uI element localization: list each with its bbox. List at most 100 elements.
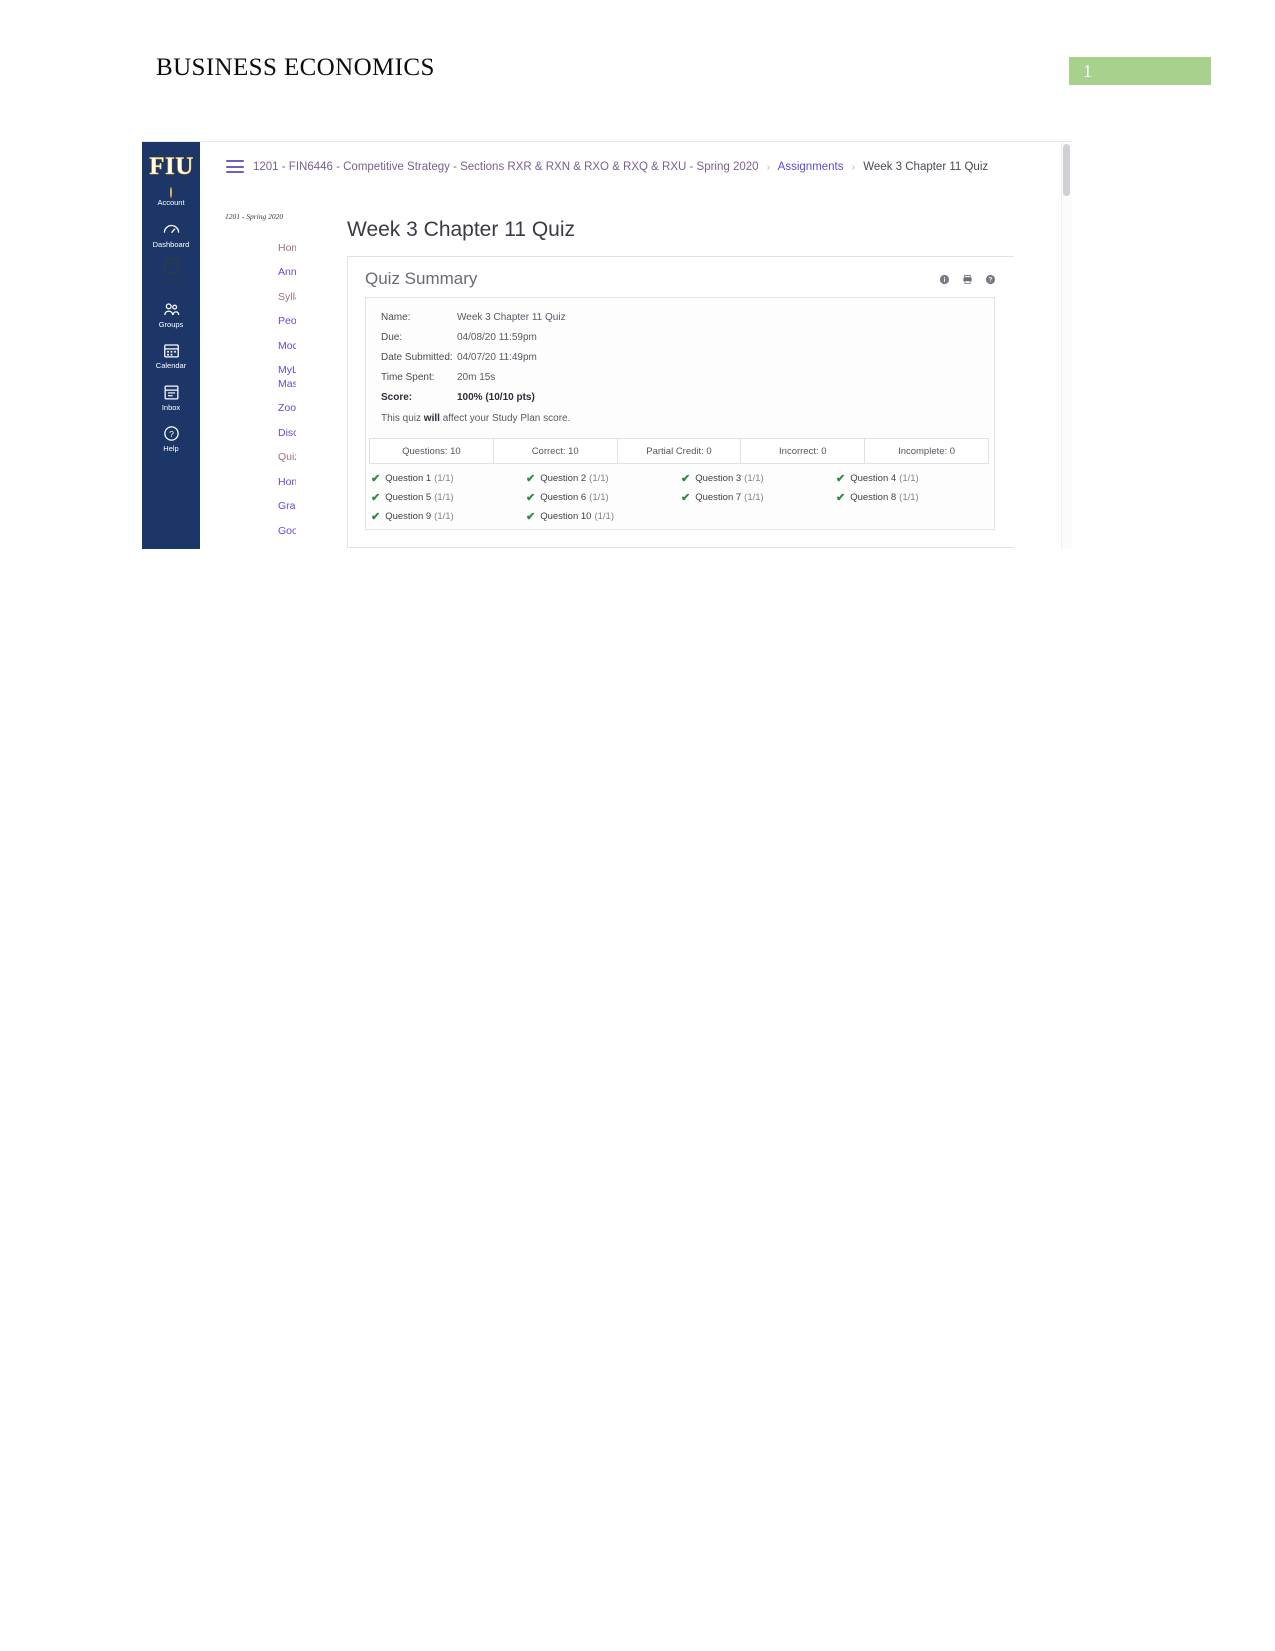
- question-result-item[interactable]: ✔ Question 10 (1/1): [526, 510, 681, 523]
- question-points: (1/1): [899, 492, 919, 503]
- question-label: Question 8: [850, 492, 897, 503]
- courses-book-icon: [164, 257, 178, 274]
- page-title: Week 3 Chapter 11 Quiz: [347, 218, 576, 242]
- help-icon[interactable]: ?: [985, 274, 996, 285]
- gnav-label-help: Help: [163, 444, 179, 453]
- quiz-summary-title: Quiz Summary: [365, 269, 478, 288]
- card-icon-group: ?: [939, 274, 996, 285]
- gnav-label-courses: Courses: [157, 276, 185, 285]
- breadcrumb-assignments-link[interactable]: Assignments: [778, 161, 844, 173]
- question-result-grid: ✔ Question 1 (1/1) ✔ Question 2 (1/1) ✔ …: [371, 472, 991, 523]
- gnav-label-inbox: Inbox: [161, 403, 181, 412]
- hamburger-bar: [226, 165, 244, 168]
- summary-row-due: Due: 04/08/20 11:59pm: [381, 332, 537, 343]
- hamburger-menu-icon[interactable]: [226, 160, 244, 173]
- check-icon: ✔: [681, 492, 691, 504]
- study-plan-note-after: affect your Study Plan score.: [439, 413, 571, 424]
- question-label: Question 1: [385, 473, 432, 484]
- question-points: (1/1): [434, 511, 454, 522]
- question-points: (1/1): [434, 473, 454, 484]
- calendar-icon: [163, 344, 179, 358]
- question-label: Question 10: [540, 511, 592, 522]
- stat-incorrect: Incorrect: 0: [741, 439, 866, 463]
- summary-value-name: Week 3 Chapter 11 Quiz: [457, 312, 566, 323]
- check-icon: ✔: [371, 511, 381, 523]
- info-icon[interactable]: [939, 274, 950, 285]
- question-label: Question 9: [385, 511, 432, 522]
- breadcrumb-separator: ›: [766, 162, 771, 173]
- question-result-item[interactable]: ✔ Question 2 (1/1): [526, 472, 681, 485]
- dashboard-gauge-icon: [163, 224, 179, 234]
- question-label: Question 4: [850, 473, 897, 484]
- question-label: Question 2: [540, 473, 587, 484]
- breadcrumb: 1201 - FIN6446 - Competitive Strategy - …: [253, 161, 988, 173]
- check-icon: ✔: [681, 473, 691, 485]
- gnav-item-inbox[interactable]: Inbox: [142, 383, 200, 412]
- stat-incomplete: Incomplete: 0: [898, 445, 956, 457]
- course-term-label: 1201 - Spring 2020: [225, 212, 284, 221]
- gnav-item-calendar[interactable]: Calendar: [142, 341, 200, 370]
- question-points: (1/1): [434, 492, 454, 503]
- summary-row-name: Name: Week 3 Chapter 11 Quiz: [381, 312, 566, 323]
- svg-text:?: ?: [169, 429, 174, 439]
- check-icon: ✔: [526, 511, 536, 523]
- question-result-item[interactable]: ✔ Question 4 (1/1): [836, 472, 991, 485]
- breadcrumb-current: Week 3 Chapter 11 Quiz: [863, 161, 989, 173]
- question-points: (1/1): [744, 473, 764, 484]
- gnav-item-help[interactable]: ? Help: [142, 424, 200, 453]
- global-navigation: FIU Account Dashboard Courses Groups Cal…: [142, 142, 200, 549]
- check-icon: ✔: [836, 473, 846, 485]
- check-icon: ✔: [836, 492, 846, 504]
- gnav-item-courses[interactable]: Courses: [142, 256, 200, 285]
- document-header: BUSINESS ECONOMICS 1: [0, 0, 1275, 120]
- study-plan-note: This quiz will affect your Study Plan sc…: [381, 413, 570, 424]
- course-navigation: 1201 - Spring 2020 Home Announcements Sy…: [200, 192, 354, 549]
- page-scrollbar-thumb[interactable]: [1063, 144, 1070, 196]
- gnav-item-dashboard[interactable]: Dashboard: [142, 220, 200, 249]
- groups-people-icon: [163, 303, 179, 316]
- quiz-summary-card: Quiz Summary ? Name: Week 3 Chapter 11 Q…: [347, 256, 1014, 548]
- summary-row-score: Score: 100% (10/10 pts): [381, 392, 535, 403]
- question-result-item[interactable]: ✔ Question 5 (1/1): [371, 491, 526, 504]
- question-result-item[interactable]: ✔ Question 7 (1/1): [681, 491, 836, 504]
- fiu-logo: FIU: [149, 153, 194, 180]
- question-result-item[interactable]: ✔ Question 8 (1/1): [836, 491, 991, 504]
- summary-value-due: 04/08/20 11:59pm: [457, 332, 537, 343]
- question-points: (1/1): [594, 511, 614, 522]
- stat-questions: Questions: 10: [370, 439, 494, 463]
- question-points: (1/1): [899, 473, 919, 484]
- summary-row-date-submitted: Date Submitted: 04/07/20 11:49pm: [381, 352, 537, 363]
- summary-label-date-submitted: Date Submitted:: [381, 352, 453, 363]
- summary-value-time-spent: 20m 15s: [457, 372, 496, 383]
- question-result-item[interactable]: ✔ Question 9 (1/1): [371, 510, 526, 523]
- study-plan-note-before: This quiz: [381, 413, 424, 424]
- summary-label-time-spent: Time Spent:: [381, 372, 435, 383]
- page-scrollbar-track[interactable]: [1061, 142, 1072, 549]
- help-question-icon: ?: [163, 426, 179, 441]
- check-icon: ✔: [526, 473, 536, 485]
- question-label: Question 5: [385, 492, 432, 503]
- stat-correct: Correct: 10: [494, 439, 618, 463]
- gnav-label-account: Account: [157, 198, 185, 207]
- summary-value-date-submitted: 04/07/20 11:49pm: [457, 352, 537, 363]
- stat-partial-credit: Partial Credit: 0: [618, 439, 742, 463]
- quiz-stats-table: Questions: 10 Correct: 10 Partial Credit…: [369, 438, 989, 464]
- summary-label-due: Due:: [381, 332, 403, 343]
- summary-label-score: Score:: [381, 392, 413, 403]
- question-label: Question 7: [695, 492, 742, 503]
- top-bar: 1201 - FIN6446 - Competitive Strategy - …: [200, 142, 1072, 193]
- hamburger-bar: [226, 171, 244, 173]
- gnav-item-account[interactable]: Account: [142, 187, 200, 207]
- question-result-item[interactable]: ✔ Question 1 (1/1): [371, 472, 526, 485]
- print-icon[interactable]: [962, 274, 973, 285]
- breadcrumb-course-link[interactable]: 1201 - FIN6446 - Competitive Strategy - …: [253, 161, 759, 173]
- gnav-item-groups[interactable]: Groups: [142, 300, 200, 329]
- gnav-label-dashboard: Dashboard: [152, 240, 190, 249]
- page-number-badge: 1: [1069, 57, 1211, 85]
- summary-row-time-spent: Time Spent: 20m 15s: [381, 372, 495, 383]
- question-result-item[interactable]: ✔ Question 3 (1/1): [681, 472, 836, 485]
- check-icon: ✔: [371, 492, 381, 504]
- question-result-item[interactable]: ✔ Question 6 (1/1): [526, 491, 681, 504]
- question-points: (1/1): [744, 492, 764, 503]
- quiz-summary-box: Name: Week 3 Chapter 11 Quiz Due: 04/08/20…: [365, 297, 995, 530]
